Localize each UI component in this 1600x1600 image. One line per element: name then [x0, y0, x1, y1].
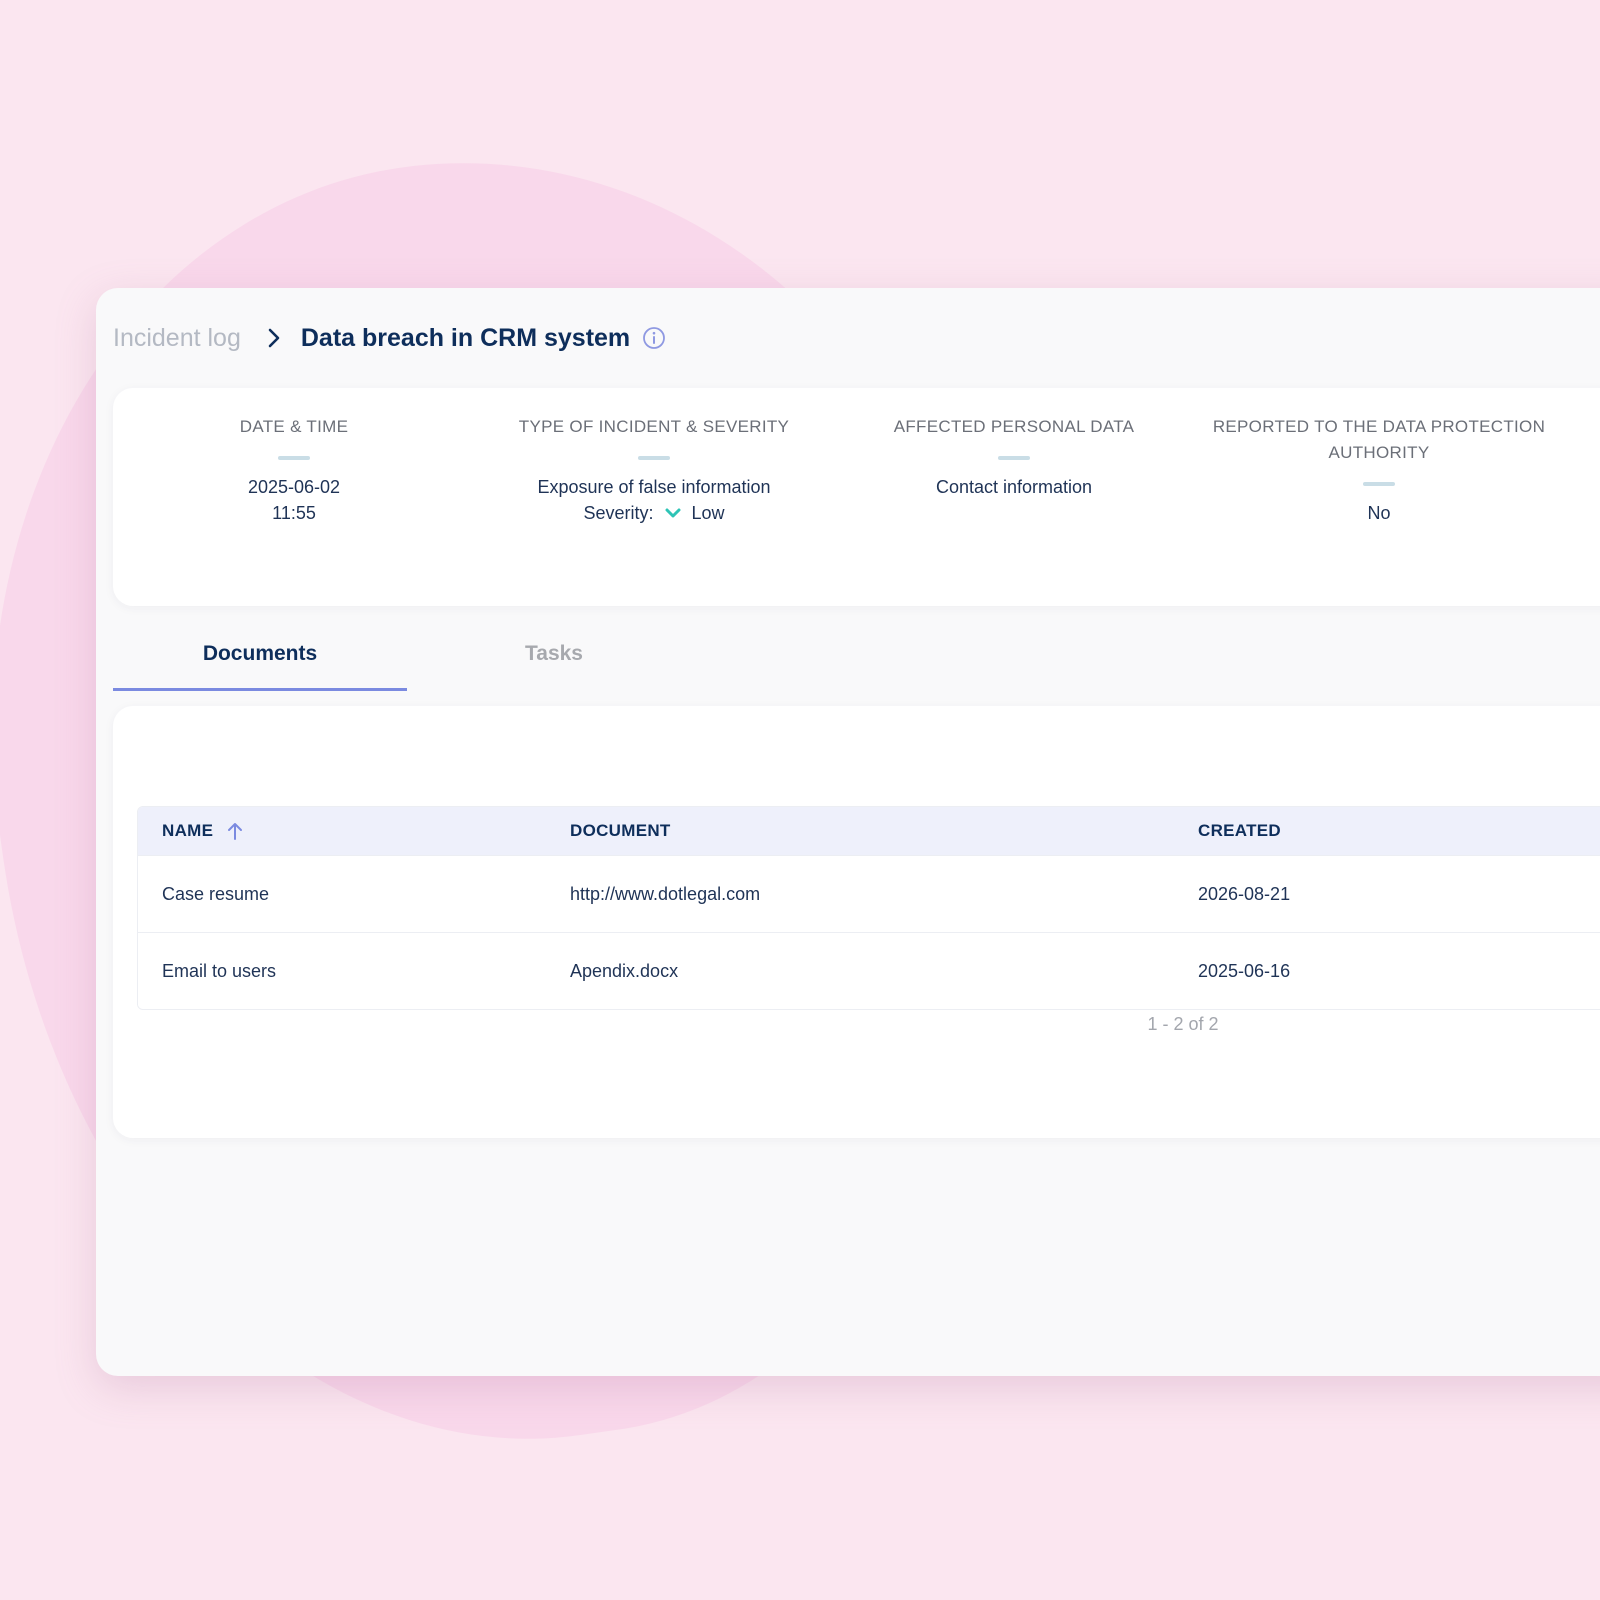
summary-label-line2: AUTHORITY	[1328, 443, 1430, 462]
cell-document-link[interactable]: Apendix.docx	[570, 961, 678, 982]
cell-name: Case resume	[162, 883, 270, 904]
summary-reported-value: No	[1367, 503, 1391, 523]
app-window: Incident log Data breach in CRM system D…	[96, 288, 1600, 1376]
documents-table: NAME DOCUMENT CREATED Case resume http:/…	[137, 806, 1600, 1010]
divider	[638, 456, 670, 460]
summary-affected-value: Contact information	[935, 477, 1093, 497]
chevron-down-icon	[664, 506, 682, 520]
breadcrumb: Incident log Data breach in CRM system	[113, 318, 666, 358]
cell-name: Email to users	[162, 960, 277, 981]
tab-tasks[interactable]: Tasks	[407, 636, 701, 688]
incident-summary-card: DATE & TIME 2025-06-02 11:55 TYPE OF INC…	[113, 388, 1600, 606]
summary-label-line1: REPORTED TO THE DATA PROTECTION	[1212, 417, 1546, 436]
summary-affected-data: AFFECTED PERSONAL DATA Contact informati…	[849, 414, 1179, 500]
summary-date: 2025-06-02	[247, 477, 341, 497]
summary-label: AFFECTED PERSONAL DATA	[893, 417, 1135, 436]
breadcrumb-parent-link[interactable]: Incident log	[113, 324, 241, 353]
table-row[interactable]: Email to users Apendix.docx 2025-06-16	[138, 932, 1600, 1009]
cell-document-link[interactable]: http://www.dotlegal.com	[570, 884, 760, 905]
severity-label: Severity:	[583, 503, 654, 523]
summary-date-time: DATE & TIME 2025-06-02 11:55	[129, 414, 459, 526]
divider	[1363, 482, 1395, 486]
column-header-created[interactable]: CREATED	[1198, 821, 1281, 841]
severity-value: Low	[691, 503, 725, 523]
column-label: NAME	[162, 820, 214, 840]
arrow-up-icon[interactable]	[226, 821, 244, 841]
summary-incident-type: TYPE OF INCIDENT & SEVERITY Exposure of …	[489, 414, 819, 526]
summary-reported: REPORTED TO THE DATA PROTECTION AUTHORIT…	[1209, 414, 1549, 526]
divider	[278, 456, 310, 460]
table-header: NAME DOCUMENT CREATED	[138, 807, 1600, 855]
chevron-right-icon	[267, 328, 281, 348]
info-icon[interactable]	[642, 326, 666, 350]
summary-label: TYPE OF INCIDENT & SEVERITY	[518, 417, 790, 436]
page-title: Data breach in CRM system	[300, 323, 631, 352]
summary-time: 11:55	[272, 503, 316, 523]
severity-row: Severity: Low	[489, 500, 819, 526]
column-header-document[interactable]: DOCUMENT	[570, 821, 671, 841]
summary-incident-type-value: Exposure of false information	[537, 477, 771, 497]
documents-panel: NAME DOCUMENT CREATED Case resume http:/…	[113, 706, 1600, 1138]
tab-documents[interactable]: Documents	[113, 636, 407, 691]
pagination-info: 1 - 2 of 2	[1147, 1014, 1219, 1034]
divider	[998, 456, 1030, 460]
cell-created: 2026-08-21	[1198, 883, 1291, 904]
table-row[interactable]: Case resume http://www.dotlegal.com 2026…	[138, 855, 1600, 932]
summary-label: DATE & TIME	[239, 417, 349, 436]
cell-created: 2025-06-16	[1198, 960, 1291, 981]
tab-bar: Documents Tasks	[113, 636, 713, 692]
column-header-name[interactable]: NAME	[162, 821, 244, 842]
